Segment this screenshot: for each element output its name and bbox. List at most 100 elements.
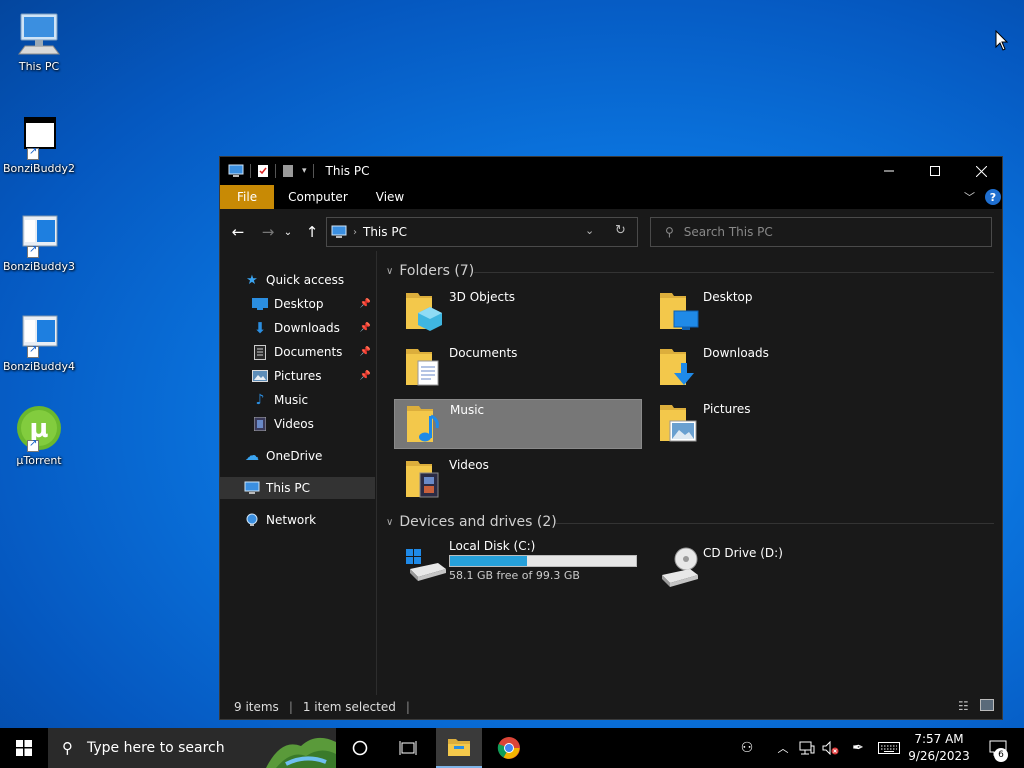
properties-icon[interactable] bbox=[257, 164, 269, 178]
desktop-icon-bonzibuddy3[interactable]: BonziBuddy3 bbox=[0, 210, 78, 273]
taskbar-search-input[interactable]: Type here to search bbox=[87, 740, 225, 756]
help-icon[interactable]: ? bbox=[985, 189, 1001, 205]
folder-name: 3D Objects bbox=[449, 290, 516, 304]
recent-locations-button[interactable]: ⌄ bbox=[280, 220, 296, 244]
start-button[interactable] bbox=[0, 728, 48, 768]
up-button[interactable]: ↑ bbox=[300, 220, 324, 244]
nav-videos[interactable]: Videos bbox=[220, 413, 375, 435]
shortcut-arrow-icon bbox=[27, 438, 39, 452]
back-arrow-icon: ← bbox=[231, 223, 245, 241]
nav-desktop[interactable]: Desktop 📌 bbox=[220, 293, 375, 315]
title-bar[interactable]: ▾ This PC bbox=[220, 157, 1002, 185]
address-bar[interactable]: › This PC ⌄ ↻ bbox=[326, 217, 638, 247]
volume-button[interactable] bbox=[820, 728, 842, 768]
nav-network[interactable]: Network bbox=[220, 509, 375, 531]
pin-icon: 📌 bbox=[359, 299, 371, 309]
up-arrow-icon: ↑ bbox=[305, 223, 319, 241]
clock[interactable]: 7:57 AM 9/26/2023 bbox=[904, 728, 974, 768]
minimize-button[interactable] bbox=[866, 157, 912, 185]
desktop-icon-bonzibuddy2[interactable]: BonziBuddy2 bbox=[0, 112, 78, 175]
group-divider bbox=[556, 523, 994, 524]
folder-tile-downloads[interactable]: Downloads bbox=[648, 343, 896, 393]
search-input[interactable]: Search This PC bbox=[684, 225, 773, 239]
folder-name: Downloads bbox=[703, 346, 769, 360]
close-button[interactable] bbox=[958, 157, 1004, 185]
nav-onedrive[interactable]: ☁ OneDrive bbox=[220, 445, 375, 467]
drive-tile-local-disk-c[interactable]: Local Disk (C:) 58.1 GB free of 99.3 GB bbox=[394, 537, 644, 587]
nav-documents[interactable]: Documents 📌 bbox=[220, 341, 375, 363]
documents-icon bbox=[252, 344, 268, 360]
nav-pictures[interactable]: Pictures 📌 bbox=[220, 365, 375, 387]
desktop-icon-label: BonziBuddy2 bbox=[2, 162, 76, 175]
breadcrumb-separator-icon[interactable]: › bbox=[353, 227, 357, 238]
nav-this-pc[interactable]: This PC bbox=[220, 477, 375, 499]
blank-window-icon bbox=[15, 112, 63, 160]
show-hidden-icons-button[interactable]: ︿ bbox=[774, 728, 792, 768]
drive-tile-cd-drive-d[interactable]: CD Drive (D:) bbox=[648, 543, 896, 593]
pin-icon: 📌 bbox=[359, 347, 371, 357]
network-status-button[interactable] bbox=[796, 728, 818, 768]
search-icon: ⚲ bbox=[62, 739, 73, 757]
group-header-drives[interactable]: ∨ Devices and drives (2) bbox=[386, 514, 557, 530]
status-separator: | bbox=[405, 700, 410, 714]
nav-label: Videos bbox=[274, 417, 314, 431]
desktop-icon-this-pc[interactable]: This PC bbox=[0, 10, 78, 73]
clock-date: 9/26/2023 bbox=[908, 749, 970, 763]
desktop-icon-utorrent[interactable]: µ µTorrent bbox=[0, 404, 78, 467]
taskbar-file-explorer[interactable] bbox=[436, 728, 482, 768]
folder-tile-videos[interactable]: Videos bbox=[394, 455, 642, 505]
taskbar-chrome[interactable] bbox=[486, 728, 532, 768]
notification-badge: 6 bbox=[994, 748, 1008, 762]
maximize-button[interactable] bbox=[912, 157, 958, 185]
videos-folder-icon bbox=[402, 457, 446, 501]
expand-ribbon-icon[interactable]: ﹀ bbox=[964, 189, 975, 205]
nav-label: OneDrive bbox=[266, 449, 323, 463]
back-button[interactable]: ← bbox=[226, 220, 250, 244]
pin-icon: 📌 bbox=[359, 323, 371, 333]
folder-tile-pictures[interactable]: Pictures bbox=[648, 399, 896, 449]
group-header-folders[interactable]: ∨ Folders (7) bbox=[386, 263, 474, 279]
task-view-button[interactable] bbox=[386, 728, 430, 768]
nav-downloads[interactable]: ⬇ Downloads 📌 bbox=[220, 317, 375, 339]
search-box[interactable]: ⚲ Search This PC bbox=[650, 217, 992, 247]
folder-name: Desktop bbox=[703, 290, 753, 304]
folder-tile-documents[interactable]: Documents bbox=[394, 343, 642, 393]
drive-free-space: 58.1 GB free of 99.3 GB bbox=[449, 569, 580, 582]
search-icon: ⚲ bbox=[665, 225, 674, 239]
address-history-dropdown-icon[interactable]: ⌄ bbox=[585, 224, 594, 237]
touch-keyboard-button[interactable] bbox=[876, 728, 902, 768]
refresh-icon[interactable]: ↻ bbox=[615, 223, 626, 238]
folder-tile-music[interactable]: Music bbox=[394, 399, 642, 449]
breadcrumb-this-pc[interactable]: This PC bbox=[363, 225, 407, 239]
group-title: Folders (7) bbox=[399, 263, 475, 279]
new-folder-icon[interactable] bbox=[282, 164, 294, 178]
this-pc-icon bbox=[331, 225, 347, 238]
quick-access-toolbar-dropdown-icon[interactable]: ▾ bbox=[302, 166, 307, 176]
details-view-icon[interactable]: ☷ bbox=[958, 699, 969, 713]
cortana-circle-icon bbox=[352, 740, 368, 756]
cortana-button[interactable] bbox=[338, 728, 382, 768]
chevron-up-icon: ︿ bbox=[777, 742, 789, 755]
nav-quick-access[interactable]: ★ Quick access bbox=[220, 269, 375, 291]
tab-view[interactable]: View bbox=[362, 185, 418, 209]
tab-file[interactable]: File bbox=[220, 185, 275, 209]
desktop-folder-icon bbox=[656, 289, 700, 333]
large-icons-view-icon[interactable] bbox=[980, 699, 994, 711]
computer-icon bbox=[244, 480, 260, 496]
desktop-icon-label: This PC bbox=[18, 60, 60, 73]
people-button[interactable]: ⚇ bbox=[736, 728, 758, 768]
action-center-button[interactable]: 6 bbox=[978, 728, 1018, 768]
tab-computer[interactable]: Computer bbox=[274, 185, 362, 209]
maximize-icon bbox=[930, 166, 940, 176]
pen-workspace-button[interactable]: ✒ bbox=[846, 728, 870, 768]
close-icon bbox=[975, 165, 987, 177]
forward-button[interactable]: → bbox=[256, 220, 280, 244]
status-separator: | bbox=[288, 700, 293, 714]
taskbar-search-box[interactable]: ⚲ Type here to search bbox=[48, 728, 336, 768]
folder-tile-3d-objects[interactable]: 3D Objects bbox=[394, 287, 642, 337]
music-note-icon: ♪ bbox=[255, 392, 265, 408]
task-view-icon bbox=[399, 741, 417, 755]
nav-music[interactable]: ♪ Music bbox=[220, 389, 375, 411]
folder-tile-desktop[interactable]: Desktop bbox=[648, 287, 896, 337]
desktop-icon-bonzibuddy4[interactable]: BonziBuddy4 bbox=[0, 310, 78, 373]
